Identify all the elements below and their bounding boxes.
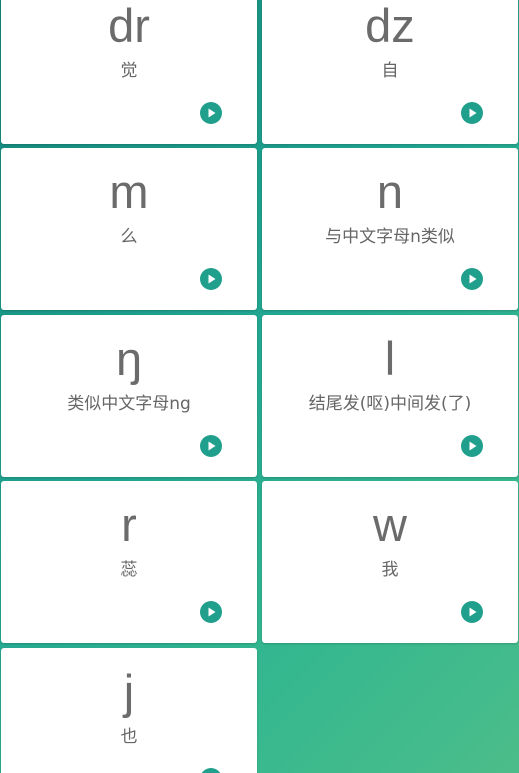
play-icon[interactable]	[461, 435, 483, 457]
play-icon[interactable]	[200, 601, 222, 623]
play-icon[interactable]	[200, 435, 222, 457]
phoneme-card-j[interactable]: j 也	[1, 648, 257, 773]
play-icon[interactable]	[461, 601, 483, 623]
phoneme-card-w[interactable]: w 我	[262, 481, 518, 643]
phoneme-letter: m	[109, 165, 149, 218]
phoneme-card-dz[interactable]: dz 自	[262, 0, 518, 144]
pronunciation-hint: 蕊	[120, 560, 138, 580]
pronunciation-hint: 也	[120, 727, 138, 747]
pronunciation-hint: 类似中文字母ng	[67, 394, 191, 414]
phoneme-card-grid: dr 觉 dz 自 m 么 n 与中文字母n类似 ŋ 类似中文字母ng l 结尾…	[0, 0, 519, 773]
play-icon[interactable]	[200, 768, 222, 773]
phoneme-letter: ŋ	[115, 332, 143, 385]
phoneme-card-m[interactable]: m 么	[1, 148, 257, 310]
phoneme-letter: l	[384, 332, 396, 385]
pronunciation-hint: 觉	[120, 61, 138, 81]
phoneme-card-l[interactable]: l 结尾发(呕)中间发(了)	[262, 315, 518, 477]
phoneme-letter: dz	[365, 0, 415, 52]
phoneme-letter: dr	[108, 0, 150, 52]
phoneme-letter: r	[121, 498, 137, 551]
pronunciation-hint: 我	[381, 560, 399, 580]
pronunciation-hint: 与中文字母n类似	[325, 227, 455, 247]
play-icon[interactable]	[200, 268, 222, 290]
phoneme-letter: w	[373, 498, 407, 551]
pronunciation-hint: 自	[381, 61, 399, 81]
play-icon[interactable]	[200, 102, 222, 124]
phoneme-letter: n	[376, 165, 404, 218]
phoneme-card-dr[interactable]: dr 觉	[1, 0, 257, 144]
phoneme-letter: j	[123, 665, 135, 718]
phoneme-card-r[interactable]: r 蕊	[1, 481, 257, 643]
pronunciation-hint: 结尾发(呕)中间发(了)	[308, 394, 472, 414]
phoneme-card-n[interactable]: n 与中文字母n类似	[262, 148, 518, 310]
play-icon[interactable]	[461, 268, 483, 290]
phoneme-card-eng[interactable]: ŋ 类似中文字母ng	[1, 315, 257, 477]
pronunciation-hint: 么	[120, 227, 138, 247]
play-icon[interactable]	[461, 102, 483, 124]
